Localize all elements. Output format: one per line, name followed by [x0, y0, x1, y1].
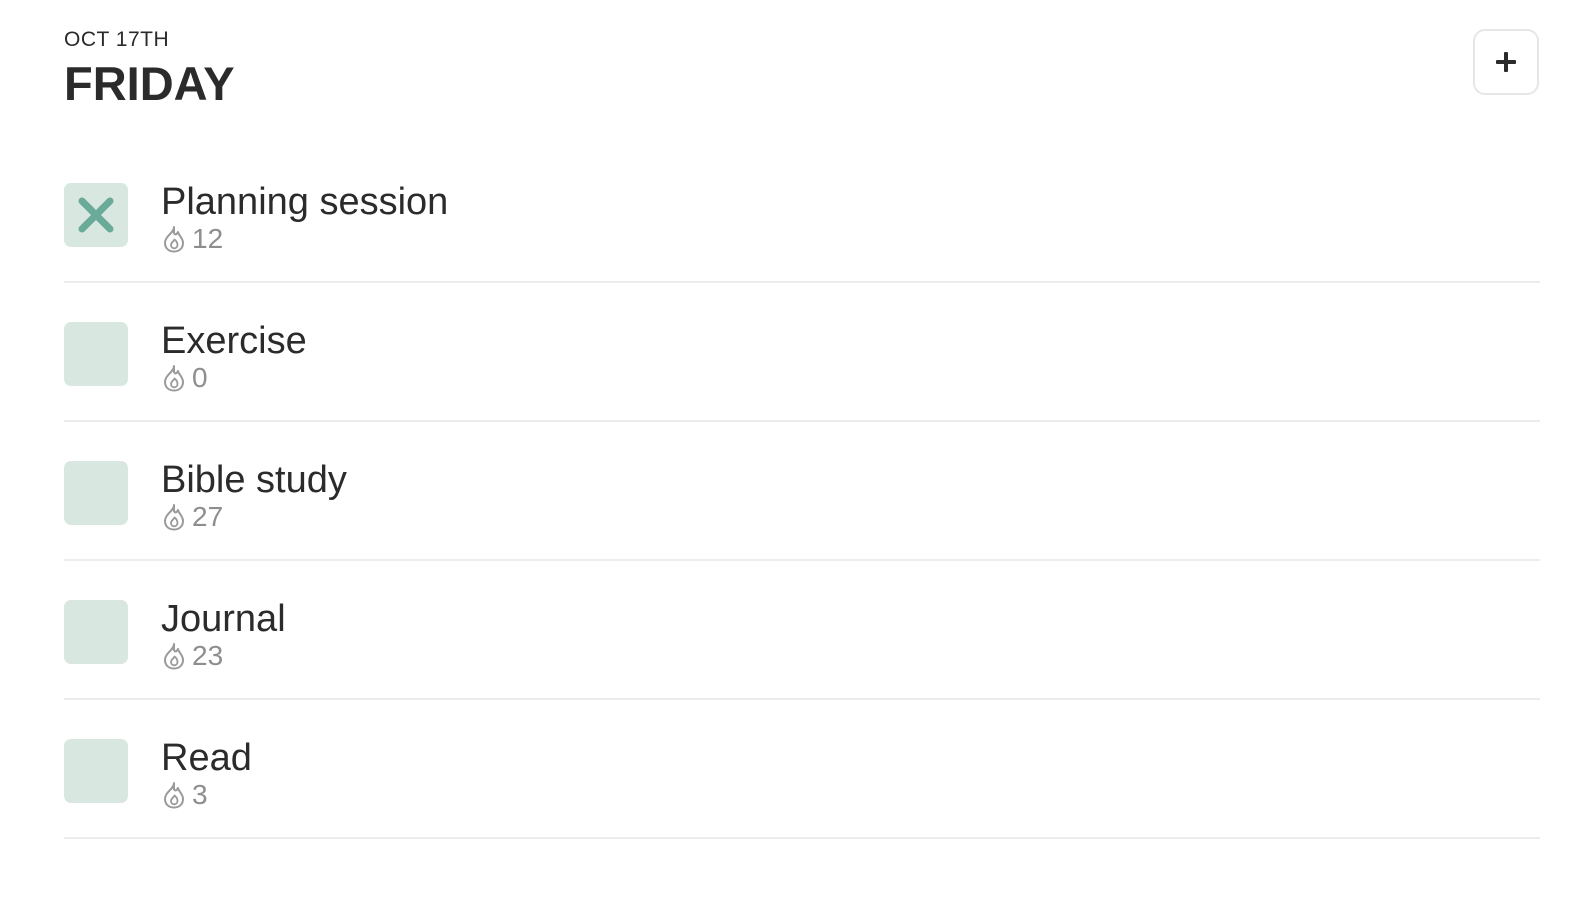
habit-checkbox[interactable] — [64, 183, 128, 247]
habit-row[interactable]: Planning session 12 — [64, 144, 1540, 283]
habit-name: Read — [161, 737, 252, 779]
habit-row[interactable]: Exercise 0 — [64, 283, 1540, 422]
habit-streak: 3 — [161, 779, 208, 810]
habit-checkbox[interactable] — [64, 600, 128, 664]
habit-streak: 27 — [161, 501, 224, 532]
streak-count: 3 — [192, 779, 208, 810]
flame-icon — [164, 226, 184, 253]
habit-row[interactable]: Read 3 — [64, 700, 1540, 839]
habit-row[interactable]: Journal 23 — [64, 561, 1540, 700]
page-header: OCT 17TH FRIDAY — [64, 26, 235, 112]
habit-list: Planning session 12 Exercise 0 Bible study 27… — [64, 144, 1540, 839]
page-title: FRIDAY — [64, 57, 235, 110]
flame-icon — [164, 782, 184, 809]
habit-checkbox[interactable] — [64, 739, 128, 803]
habit-checkbox[interactable] — [64, 322, 128, 386]
streak-count: 27 — [192, 501, 224, 532]
streak-count: 0 — [192, 362, 208, 393]
habit-name: Journal — [161, 598, 286, 640]
x-mark-icon — [78, 197, 114, 233]
streak-count: 23 — [192, 640, 224, 671]
flame-icon — [164, 365, 184, 392]
habit-name: Exercise — [161, 320, 307, 362]
habit-streak: 0 — [161, 362, 208, 393]
flame-icon — [164, 504, 184, 531]
habit-name: Bible study — [161, 459, 347, 501]
habit-checkbox[interactable] — [64, 461, 128, 525]
date-label: OCT 17TH — [64, 28, 170, 51]
habit-name: Planning session — [161, 181, 449, 223]
habit-streak: 12 — [161, 223, 224, 254]
add-habit-button[interactable] — [1473, 29, 1539, 95]
habit-row[interactable]: Bible study 27 — [64, 422, 1540, 561]
plus-icon — [1496, 52, 1516, 72]
streak-count: 12 — [192, 223, 224, 254]
flame-icon — [164, 643, 184, 670]
habit-streak: 23 — [161, 640, 224, 671]
habit-tracker-page: OCT 17TH FRIDAY Planning session 12 Exerci… — [0, 0, 1584, 920]
